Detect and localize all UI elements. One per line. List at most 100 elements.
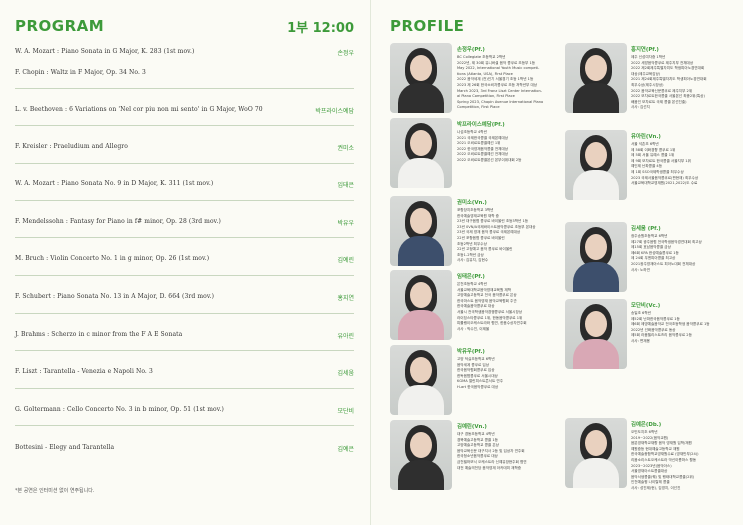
program-performer: 홍지연 bbox=[337, 295, 354, 302]
performer-name: 임태은(Pf.) bbox=[457, 274, 485, 280]
performer-bio: 대구 경동초등학교 4학년 경북예술고등학교 콩쿨 1등 고양예술고등학교 콩쿨 은… bbox=[457, 432, 553, 471]
program-item: J. Brahms : Scherzo in c minor from the … bbox=[15, 331, 354, 345]
performer-photo bbox=[390, 196, 452, 266]
program-piece: F. Liszt : Tarantella - Venezia e Napoli… bbox=[15, 368, 153, 375]
program-divider bbox=[15, 313, 354, 314]
performer-info: 박프라이스예담(Pf.) 나섬초등학교 4학년 2021 국제한국콩쿨 국제본예대상… bbox=[457, 120, 553, 164]
performer-bio: 제주 신성여자중 1학년 2022 세방음악콩쿠르 제주지부 전체대상 2022 제… bbox=[631, 55, 727, 111]
program-item: F. Mendelssohn : Fantasy for Piano in f#… bbox=[15, 218, 354, 232]
program-page: PROGRAM 1부 12:00 W. A. Mozart : Piano So… bbox=[0, 0, 371, 525]
program-time: 1부 12:00 bbox=[287, 21, 354, 36]
bio-line: 사사: 김유지, 김현수 bbox=[457, 258, 489, 263]
program-item: F. Kreisler : Praeludium and Allegro 권미소 bbox=[15, 143, 354, 157]
program-piece: F. Chopin : Waltz in F Major, Op. 34 No.… bbox=[15, 69, 146, 76]
program-performer: 유아린 bbox=[337, 333, 354, 340]
program-piece: Bottesini - Elegy and Tarantella bbox=[15, 444, 115, 451]
performer-photo bbox=[565, 43, 627, 113]
program-divider bbox=[15, 275, 354, 276]
performer-info: 임태은(Pf.) 은천초등학교 4학년 서울교육대학교음악영재교육원 재학 고양예술고… bbox=[457, 272, 553, 332]
performer-name: 김예린(Vn.) bbox=[457, 424, 487, 430]
program-title: PROGRAM bbox=[15, 17, 105, 35]
program-divider bbox=[15, 163, 354, 164]
performer-info: 권미소(Vn.) 포항장지초등학교 3학년 한국예술영재교육원 재학 중 23년 대구… bbox=[457, 198, 553, 264]
program-divider bbox=[15, 237, 354, 238]
performer-info: 김예은(Db.) 오민도지초 6학년 2019~2022(음악교원) 음분영재학교재향… bbox=[631, 420, 727, 492]
program-item: M. Bruch : Violin Concerto No. 1 in g mi… bbox=[15, 255, 354, 269]
performer-bio: 오민도지초 6학년 2019~2022(음악교원) 음분영재학교재향 음악 영재원 … bbox=[631, 430, 727, 492]
program-performer: 김예은 bbox=[337, 446, 354, 453]
performer-bio: BC Collegiate 초등학교 2학년 2022년, 제 30회 유니버셜 … bbox=[457, 55, 553, 111]
program-piece: M. Bruch : Violin Concerto No. 1 in g mi… bbox=[15, 255, 210, 262]
performer-info: 김세움 (Pf.) 광주송원초등학교 6학년 제27회 광주음협 전국학생음악경연대… bbox=[631, 224, 727, 273]
performer-info: 손정우(Pf.) BC Collegiate 초등학교 2학년 2022년, 제 3… bbox=[457, 45, 553, 111]
program-piece: G. Goltermann : Cello Concerto No. 3 in … bbox=[15, 406, 224, 413]
program-piece: W. A. Mozart : Piano Sonata No. 9 in D M… bbox=[15, 180, 214, 187]
performer-name: 김예은(Db.) bbox=[631, 422, 662, 428]
program-item: F. Chopin : Waltz in F Major, Op. 34 No.… bbox=[15, 69, 354, 83]
program-performer: 박프라이스예담 bbox=[315, 108, 354, 115]
performer-bio: 포항장지초등학교 3학년 한국예술영재교육원 재학 중 23년 대구음협 콩쿠르 바… bbox=[457, 208, 553, 264]
bio-line: Competition, First Place bbox=[457, 105, 500, 110]
performer-bio: 송일초 6학년 제52회 난파한국음악콩쿠르 1등 제6회 제영예술음악교 전국초등… bbox=[631, 311, 727, 345]
program-piece: F. Mendelssohn : Fantasy for Piano in f#… bbox=[15, 218, 221, 225]
performer-info: 모단비(Vc.) 송일초 6학년 제52회 난파한국음악콩쿠르 1등 제6회 제영예술… bbox=[631, 301, 727, 345]
program-divider bbox=[15, 200, 354, 201]
performer-photo bbox=[565, 418, 627, 488]
program-item: L. v. Beethoven : 6 Variations on 'Nel c… bbox=[15, 106, 354, 120]
program-item: W. A. Mozart : Piano Sonata in G Major, … bbox=[15, 48, 354, 62]
bio-line: 2022 오비르트콩쿨본선 본부이위대회 2등 bbox=[457, 157, 522, 162]
bio-line: H-art 한국음악콩쿠르 대상 bbox=[457, 384, 499, 389]
performer-photo bbox=[390, 43, 452, 113]
program-piece: F. Schubert : Piano Sonata No. 13 in A M… bbox=[15, 293, 215, 300]
bio-line: 사사: 김선지 bbox=[631, 105, 650, 110]
performer-photo bbox=[390, 420, 452, 490]
program-divider bbox=[15, 88, 354, 89]
performer-name: 박유우(Pf.) bbox=[457, 349, 485, 355]
performer-name: 홍지연(Pf.) bbox=[631, 47, 659, 53]
performer-photo bbox=[565, 299, 627, 369]
program-piece: F. Kreisler : Praeludium and Allegro bbox=[15, 143, 128, 150]
performer-bio: 고양 덕실초등학교 6학년 음악세계 콩쿠르 입상 한국음악협회콩쿠르 입상 한독음협… bbox=[457, 357, 553, 391]
bio-line: 사사: 성진제(현), 김영지, 이선진 bbox=[631, 485, 681, 490]
program-performer: 모단비 bbox=[337, 408, 354, 415]
program-piece: W. A. Mozart : Piano Sonata in G Major, … bbox=[15, 48, 195, 55]
performer-photo bbox=[390, 270, 452, 340]
program-item: W. A. Mozart : Piano Sonata No. 9 in D M… bbox=[15, 180, 354, 194]
bio-line: 사사: 변재용 bbox=[631, 338, 650, 343]
bio-line: 대전 예술의전당 음악영재 아카데미 재학중 bbox=[457, 465, 522, 470]
performer-name: 김세움 (Pf.) bbox=[631, 226, 661, 232]
performer-name: 유아린(Vn.) bbox=[631, 134, 661, 140]
performer-bio: 광주송원초등학교 6학년 제27회 광주음협 전국학생음악경연대회 최고상 제15회… bbox=[631, 234, 727, 273]
program-item: Bottesini - Elegy and Tarantella 김예은 bbox=[15, 444, 354, 458]
program-performer: 손정우 bbox=[337, 50, 354, 57]
bio-line: 사사: 노하연 bbox=[631, 267, 650, 272]
performer-photo bbox=[390, 118, 452, 188]
bio-line: 서울교육대학교영재원(2021,2022)도 수료 bbox=[631, 181, 698, 186]
program-divider bbox=[15, 425, 354, 426]
program-performer: 김세움 bbox=[337, 370, 354, 377]
performer-name: 권미소(Vn.) bbox=[457, 200, 487, 206]
performer-name: 박프라이스예담(Pf.) bbox=[457, 122, 505, 128]
program-performer: 권미소 bbox=[337, 145, 354, 152]
profile-page: PROFILE 손정우(Pf.) BC Collegiate 초등학교 2학년 20… bbox=[372, 0, 743, 525]
program-piece: L. v. Beethoven : 6 Variations on 'Nel c… bbox=[15, 106, 263, 113]
performer-name: 모단비(Vc.) bbox=[631, 303, 661, 309]
program-performer: 임태은 bbox=[337, 182, 354, 189]
program-piece: J. Brahms : Scherzo in c minor from the … bbox=[15, 331, 183, 338]
program-note: *본 공연은 인터미션 없이 연주됩니다. bbox=[15, 488, 95, 494]
performer-photo bbox=[565, 130, 627, 200]
program-item: F. Schubert : Piano Sonata No. 13 in A M… bbox=[15, 293, 354, 307]
program-divider bbox=[15, 388, 354, 389]
performer-photo bbox=[390, 345, 452, 415]
program-divider bbox=[15, 125, 354, 126]
performer-info: 홍지연(Pf.) 제주 신성여자중 1학년 2022 세방음악콩쿠르 제주지부 전체… bbox=[631, 45, 727, 111]
performer-info: 유아린(Vn.) 서울 석촌초 6학년 제 58회 이화경향 콩쿠르 1위 제 5회 … bbox=[631, 132, 727, 187]
performer-name: 손정우(Pf.) bbox=[457, 47, 485, 53]
program-item: G. Goltermann : Cello Concerto No. 3 in … bbox=[15, 406, 354, 420]
performer-info: 박유우(Pf.) 고양 덕실초등학교 6학년 음악세계 콩쿠르 입상 한국음악협회콩쿠… bbox=[457, 347, 553, 391]
performer-info: 김예린(Vn.) 대구 경동초등학교 4학년 경북예술고등학교 콩쿨 1등 고양예술고… bbox=[457, 422, 553, 471]
profile-title: PROFILE bbox=[390, 17, 465, 35]
bio-line: May 2022, International Youth Music comp… bbox=[457, 66, 540, 71]
program-performer: 김예린 bbox=[337, 257, 354, 264]
program-performer: 박유우 bbox=[337, 220, 354, 227]
